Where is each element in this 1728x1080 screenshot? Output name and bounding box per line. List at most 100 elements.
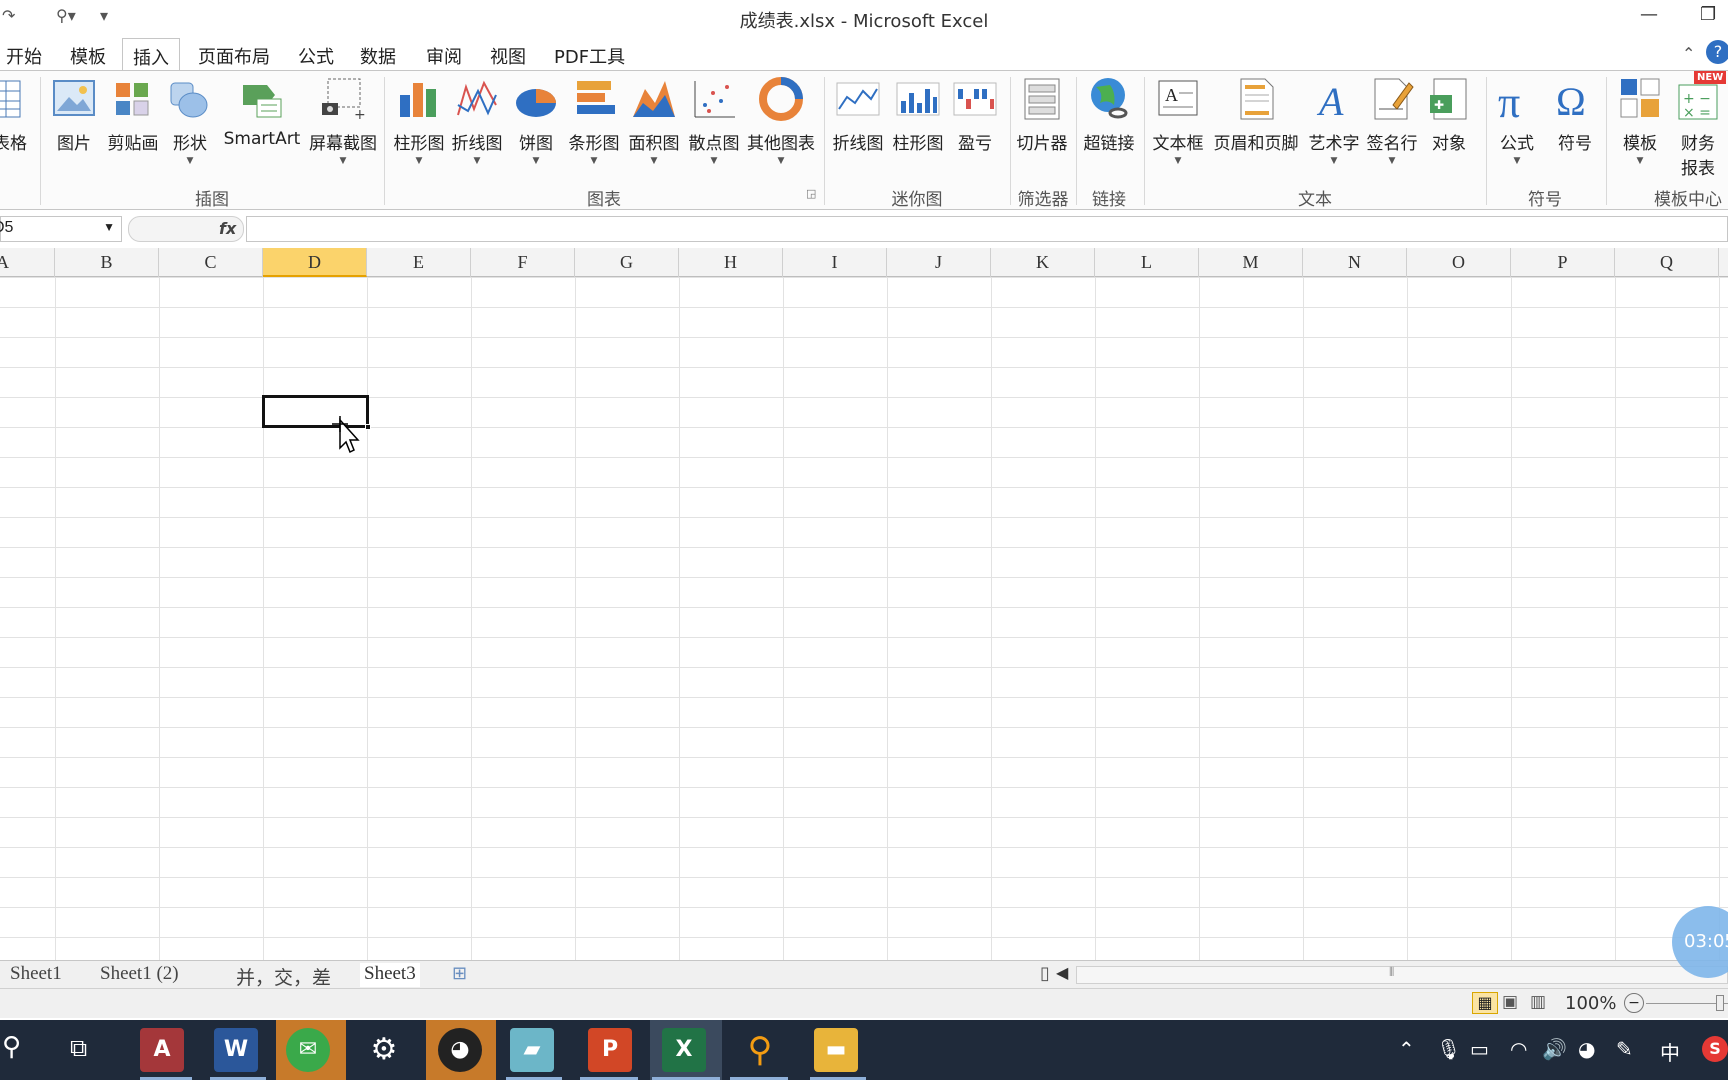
zoom-out-icon[interactable]: − bbox=[1624, 993, 1644, 1013]
sheet-tab-sheet1-copy[interactable]: Sheet1 (2) bbox=[96, 963, 183, 987]
input-method-indicator[interactable]: 中 bbox=[1660, 1037, 1680, 1066]
column-header-k[interactable]: K bbox=[991, 248, 1095, 277]
screenshot-button[interactable]: + 屏幕截图 ▼ bbox=[306, 75, 380, 166]
column-header-m[interactable]: M bbox=[1199, 248, 1303, 277]
show-hidden-icons-icon[interactable]: ⌃ bbox=[1398, 1037, 1415, 1061]
restore-icon[interactable]: ❐ bbox=[1700, 4, 1716, 25]
microphone-icon[interactable]: 🎙 bbox=[1436, 1037, 1461, 1061]
column-header-g[interactable]: G bbox=[575, 248, 679, 277]
signature-line-button[interactable]: 签名行 ▼ bbox=[1364, 75, 1420, 166]
column-header-h[interactable]: H bbox=[679, 248, 783, 277]
excel-app-icon[interactable]: X bbox=[662, 1028, 706, 1072]
magnifier-app-icon[interactable]: ⚲ bbox=[738, 1028, 782, 1072]
volume-icon[interactable]: 🔊 bbox=[1542, 1037, 1567, 1061]
column-header-l[interactable]: L bbox=[1095, 248, 1199, 277]
shapes-button[interactable]: 形状 ▼ bbox=[166, 75, 214, 166]
page-break-view-icon[interactable]: ▥ bbox=[1530, 992, 1546, 1012]
name-box[interactable]: D5 ▼ bbox=[0, 216, 122, 242]
sparkline-winloss-button[interactable]: 盈亏 bbox=[952, 75, 998, 154]
tab-split-handle-icon[interactable]: ▯ bbox=[1040, 963, 1050, 984]
normal-view-icon[interactable]: ▦ bbox=[1472, 992, 1498, 1014]
task-view-icon[interactable]: ⧉ bbox=[70, 1034, 87, 1062]
settings-gear-icon[interactable]: ⚙ bbox=[362, 1028, 406, 1072]
column-header-n[interactable]: N bbox=[1303, 248, 1407, 277]
hyperlink-button[interactable]: 超链接 bbox=[1080, 75, 1138, 154]
column-header-i[interactable]: I bbox=[783, 248, 887, 277]
tab-pdf-tools[interactable]: PDF工具 bbox=[544, 38, 635, 71]
column-header-f[interactable]: F bbox=[471, 248, 575, 277]
template-button[interactable]: 模板 ▼ bbox=[1614, 75, 1666, 166]
wifi-icon[interactable]: ◠ bbox=[1510, 1037, 1527, 1061]
scatter-chart-button[interactable]: 散点图 ▼ bbox=[686, 75, 742, 166]
line-chart-button[interactable]: 折线图 ▼ bbox=[450, 75, 504, 166]
column-header-e[interactable]: E bbox=[367, 248, 471, 277]
slicer-button[interactable]: 切片器 bbox=[1014, 75, 1070, 154]
area-chart-button[interactable]: 面积图 ▼ bbox=[626, 75, 682, 166]
column-header-o[interactable]: O bbox=[1407, 248, 1511, 277]
picture-button[interactable]: 图片 bbox=[50, 75, 98, 154]
fill-handle[interactable] bbox=[365, 424, 371, 430]
zoom-level[interactable]: 100% bbox=[1565, 993, 1616, 1014]
column-header-b[interactable]: B bbox=[55, 248, 159, 277]
object-button[interactable]: ✚ 对象 bbox=[1424, 75, 1474, 154]
column-header-j[interactable]: J bbox=[887, 248, 991, 277]
tab-review[interactable]: 审阅 bbox=[416, 38, 472, 71]
help-icon[interactable]: ? bbox=[1706, 40, 1728, 64]
table-button[interactable]: 表格 bbox=[0, 75, 30, 154]
minimize-icon[interactable]: — bbox=[1640, 4, 1658, 25]
zoom-slider-thumb[interactable] bbox=[1716, 995, 1724, 1011]
access-app-icon[interactable]: A bbox=[140, 1028, 184, 1072]
formula-input[interactable] bbox=[246, 216, 1728, 242]
symbol-button[interactable]: Ω 符号 bbox=[1550, 75, 1600, 154]
header-footer-button[interactable]: 页眉和页脚 bbox=[1210, 75, 1302, 154]
sheet-tab-sheet1[interactable]: Sheet1 bbox=[6, 963, 66, 987]
equation-button[interactable]: π 公式 ▼ bbox=[1492, 75, 1542, 166]
sheet-tab-union[interactable]: 并，交，差 bbox=[232, 963, 335, 989]
collapse-ribbon-icon[interactable]: ⌃ bbox=[1682, 44, 1695, 63]
horizontal-scrollbar[interactable]: ⦀ bbox=[1076, 965, 1728, 984]
column-header-c[interactable]: C bbox=[159, 248, 263, 277]
insert-sheet-icon[interactable]: ⊞ bbox=[452, 963, 467, 984]
file-explorer-icon[interactable]: ▬ bbox=[814, 1028, 858, 1072]
tab-insert[interactable]: 插入 bbox=[122, 38, 180, 72]
page-layout-view-icon[interactable]: ▣ bbox=[1502, 992, 1518, 1012]
tab-template[interactable]: 模板 bbox=[60, 38, 116, 71]
powerpoint-app-icon[interactable]: P bbox=[588, 1028, 632, 1072]
pie-chart-button[interactable]: 饼图 ▼ bbox=[512, 75, 560, 166]
notebook-app-icon[interactable]: ▰ bbox=[510, 1028, 554, 1072]
scroll-left-icon[interactable]: ◀ bbox=[1056, 963, 1068, 982]
qq-tray-icon[interactable]: ◕ bbox=[1578, 1037, 1595, 1061]
column-header-p[interactable]: P bbox=[1511, 248, 1615, 277]
column-header-d[interactable]: D bbox=[263, 248, 367, 277]
tab-view[interactable]: 视图 bbox=[480, 38, 536, 71]
wechat-app-icon[interactable]: ✉ bbox=[286, 1028, 330, 1072]
column-chart-button[interactable]: 柱形图 ▼ bbox=[392, 75, 446, 166]
column-header-q[interactable]: Q bbox=[1615, 248, 1719, 277]
qq-app-icon[interactable]: ◕ bbox=[438, 1028, 482, 1072]
wordart-button[interactable]: A 艺术字 ▼ bbox=[1306, 75, 1362, 166]
worksheet-grid[interactable]: ABCDEFGHIJKLMNOPQ bbox=[0, 248, 1728, 960]
tab-data[interactable]: 数据 bbox=[350, 38, 406, 71]
sheet-tab-sheet3[interactable]: Sheet3 bbox=[360, 963, 420, 987]
smartart-button[interactable]: SmartArt bbox=[222, 75, 302, 149]
finance-report-button[interactable]: + − × = 财务 报表 bbox=[1672, 75, 1724, 179]
textbox-button[interactable]: A 文本框 ▼ bbox=[1150, 75, 1206, 166]
tab-formulas[interactable]: 公式 bbox=[288, 38, 344, 71]
bar-chart-button[interactable]: 条形图 ▼ bbox=[566, 75, 622, 166]
other-charts-button[interactable]: 其他图表 ▼ bbox=[744, 75, 818, 166]
sparkline-column-button[interactable]: 柱形图 bbox=[890, 75, 946, 154]
word-app-icon[interactable]: W bbox=[214, 1028, 258, 1072]
dialog-launcher-icon[interactable]: ◲ bbox=[806, 187, 816, 200]
pen-icon[interactable]: ✎ bbox=[1616, 1037, 1633, 1061]
doughnut-chart-icon bbox=[759, 77, 803, 121]
search-icon[interactable]: ⚲ bbox=[2, 1032, 21, 1062]
tab-page-layout[interactable]: 页面布局 bbox=[188, 38, 280, 71]
sogou-ime-icon[interactable]: S bbox=[1702, 1036, 1728, 1062]
insert-function-icon[interactable]: fx bbox=[219, 219, 236, 238]
column-header-a[interactable]: A bbox=[0, 248, 55, 277]
name-box-dropdown-icon[interactable]: ▼ bbox=[103, 220, 115, 234]
battery-icon[interactable]: ▭ bbox=[1470, 1037, 1489, 1061]
clipart-button[interactable]: 剪贴画 bbox=[104, 75, 162, 154]
tab-home[interactable]: 开始 bbox=[0, 38, 52, 71]
sparkline-line-button[interactable]: 折线图 bbox=[830, 75, 886, 154]
